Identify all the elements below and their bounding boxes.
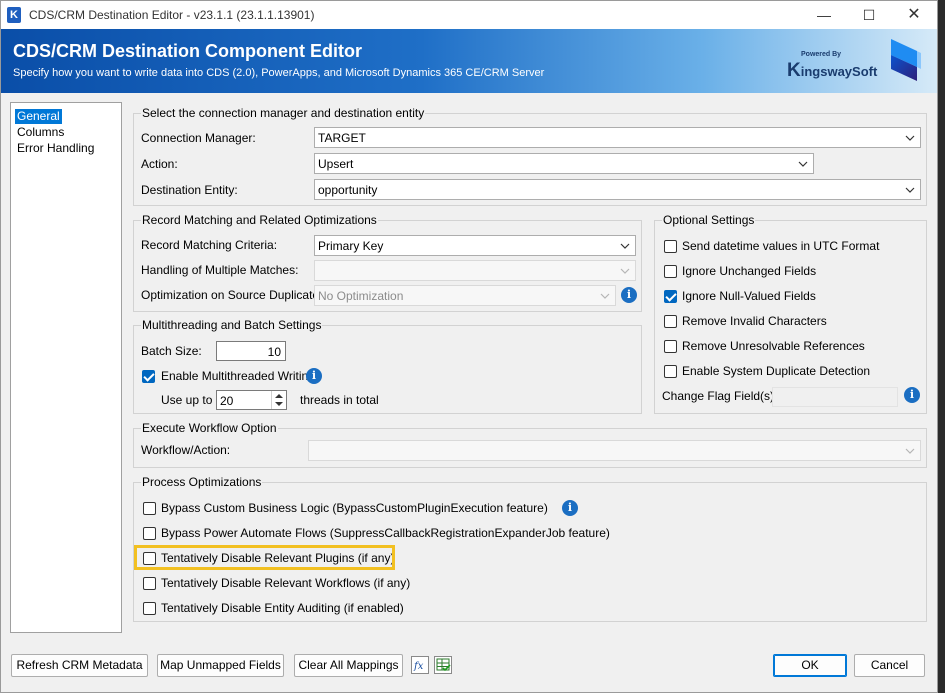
- dynamics-logo-icon: [891, 39, 921, 81]
- workflow-action-select[interactable]: [308, 440, 921, 461]
- chevron-down-icon: [600, 293, 610, 299]
- chevron-down-icon: [620, 268, 630, 274]
- map-unmapped-button[interactable]: Map Unmapped Fields: [157, 654, 284, 677]
- connection-manager-select[interactable]: TARGET: [314, 127, 921, 148]
- multithreading-group: Multithreading and Batch Settings Batch …: [133, 318, 642, 414]
- connection-manager-label: Connection Manager:: [141, 131, 256, 145]
- fx-icon: fx: [413, 661, 424, 672]
- header-banner: CDS/CRM Destination Component Editor Spe…: [1, 29, 937, 93]
- chevron-down-icon: [905, 187, 915, 193]
- utc-format-checkbox[interactable]: [664, 240, 677, 253]
- action-label: Action:: [141, 157, 178, 171]
- workflow-action-label: Workflow/Action:: [141, 443, 231, 457]
- remove-invalid-chars-checkbox[interactable]: [664, 315, 677, 328]
- destination-entity-select[interactable]: opportunity: [314, 179, 921, 200]
- info-icon[interactable]: i: [904, 387, 920, 403]
- source-duplicates-label: Optimization on Source Duplicates:: [141, 288, 329, 302]
- navigation-list: General Columns Error Handling: [10, 102, 122, 633]
- close-button[interactable]: ✕: [894, 3, 934, 27]
- enable-multithreaded-checkbox[interactable]: [142, 370, 155, 383]
- workflow-group-title: Execute Workflow Option: [141, 421, 278, 435]
- action-select[interactable]: Upsert: [314, 153, 814, 174]
- title-bar: K CDS/CRM Destination Editor - v23.1.1 (…: [1, 1, 937, 29]
- grid-settings-button[interactable]: [434, 656, 452, 674]
- stepper-down-icon[interactable]: [275, 402, 283, 406]
- disable-auditing-checkbox[interactable]: [143, 602, 156, 615]
- grid-check-icon: [436, 658, 451, 672]
- disable-auditing-label: Tentatively Disable Entity Auditing (if …: [161, 601, 404, 615]
- maximize-button[interactable]: ☐: [849, 3, 889, 27]
- bypass-power-automate-checkbox[interactable]: [143, 527, 156, 540]
- ignore-unchanged-checkbox[interactable]: [664, 265, 677, 278]
- multiple-matches-label: Handling of Multiple Matches:: [141, 263, 299, 277]
- record-matching-group-title: Record Matching and Related Optimization…: [141, 213, 378, 227]
- stepper-buttons[interactable]: [271, 391, 286, 409]
- chevron-down-icon: [905, 135, 915, 141]
- bypass-custom-logic-label: Bypass Custom Business Logic (BypassCust…: [161, 501, 548, 515]
- matching-criteria-select[interactable]: Primary Key: [314, 235, 636, 256]
- cancel-button[interactable]: Cancel: [854, 654, 925, 677]
- change-flag-label: Change Flag Field(s):: [662, 389, 778, 403]
- refresh-metadata-button[interactable]: Refresh CRM Metadata: [11, 654, 148, 677]
- enable-multithreaded-label: Enable Multithreaded Writing: [161, 369, 315, 383]
- optional-settings-group: Optional Settings Send datetime values i…: [654, 213, 927, 414]
- disable-workflows-checkbox[interactable]: [143, 577, 156, 590]
- duplicate-detection-checkbox[interactable]: [664, 365, 677, 378]
- banner-subtitle: Specify how you want to write data into …: [13, 67, 545, 79]
- brand-powered-by: Powered By: [801, 51, 842, 58]
- ignore-null-valued-label: Ignore Null-Valued Fields: [682, 289, 816, 303]
- window-title: CDS/CRM Destination Editor - v23.1.1 (23…: [29, 8, 315, 22]
- banner-title: CDS/CRM Destination Component Editor: [13, 41, 362, 61]
- connection-group-title: Select the connection manager and destin…: [141, 106, 426, 120]
- nav-item-error-handling[interactable]: Error Handling: [15, 141, 96, 156]
- kingswaysoft-logo: Powered By KingswaySoft: [785, 49, 877, 83]
- svg-text:fx: fx: [413, 661, 424, 672]
- chevron-down-icon: [798, 161, 808, 167]
- info-icon[interactable]: i: [306, 368, 322, 384]
- batch-size-input[interactable]: 10: [216, 341, 286, 361]
- threads-suffix-label: threads in total: [300, 393, 379, 407]
- editor-window: K CDS/CRM Destination Editor - v23.1.1 (…: [0, 0, 938, 693]
- utc-format-label: Send datetime values in UTC Format: [682, 239, 880, 253]
- workflow-group: Execute Workflow Option Workflow/Action:: [133, 421, 927, 468]
- record-matching-group: Record Matching and Related Optimization…: [133, 213, 642, 312]
- source-duplicates-select[interactable]: No Optimization: [314, 285, 616, 306]
- ignore-unchanged-label: Ignore Unchanged Fields: [682, 264, 817, 278]
- change-flag-input[interactable]: [772, 387, 898, 407]
- remove-unresolvable-checkbox[interactable]: [664, 340, 677, 353]
- expression-fx-button[interactable]: fx: [411, 656, 429, 674]
- multiple-matches-select[interactable]: [314, 260, 636, 281]
- threads-stepper[interactable]: 20: [216, 390, 287, 410]
- multithreading-group-title: Multithreading and Batch Settings: [141, 318, 323, 332]
- ignore-null-valued-checkbox[interactable]: [664, 290, 677, 303]
- background-edge: [938, 0, 945, 693]
- nav-item-columns[interactable]: Columns: [15, 125, 66, 140]
- info-icon[interactable]: i: [621, 287, 637, 303]
- bypass-custom-logic-checkbox[interactable]: [143, 502, 156, 515]
- destination-entity-label: Destination Entity:: [141, 183, 238, 197]
- brand-k: K: [787, 60, 801, 81]
- highlight-box: [134, 545, 395, 570]
- chevron-down-icon: [620, 243, 630, 249]
- chevron-down-icon: [905, 448, 915, 454]
- stepper-up-icon[interactable]: [275, 394, 283, 398]
- optional-settings-group-title: Optional Settings: [662, 213, 756, 227]
- use-up-to-label: Use up to: [161, 393, 213, 407]
- remove-invalid-chars-label: Remove Invalid Characters: [682, 314, 827, 328]
- bypass-power-automate-label: Bypass Power Automate Flows (SuppressCal…: [161, 526, 610, 540]
- process-optimizations-group-title: Process Optimizations: [141, 475, 263, 489]
- batch-size-label: Batch Size:: [141, 344, 202, 358]
- connection-group: Select the connection manager and destin…: [133, 106, 927, 206]
- remove-unresolvable-label: Remove Unresolvable References: [682, 339, 865, 353]
- ok-button[interactable]: OK: [773, 654, 847, 677]
- app-icon: K: [7, 7, 21, 23]
- brand-name: ingswaySoft: [800, 64, 878, 79]
- minimize-button[interactable]: —: [804, 3, 844, 27]
- info-icon[interactable]: i: [562, 500, 578, 516]
- duplicate-detection-label: Enable System Duplicate Detection: [682, 364, 871, 378]
- matching-criteria-label: Record Matching Criteria:: [141, 238, 278, 252]
- disable-workflows-label: Tentatively Disable Relevant Workflows (…: [161, 576, 411, 590]
- nav-item-general[interactable]: General: [15, 109, 62, 124]
- clear-mappings-button[interactable]: Clear All Mappings: [294, 654, 403, 677]
